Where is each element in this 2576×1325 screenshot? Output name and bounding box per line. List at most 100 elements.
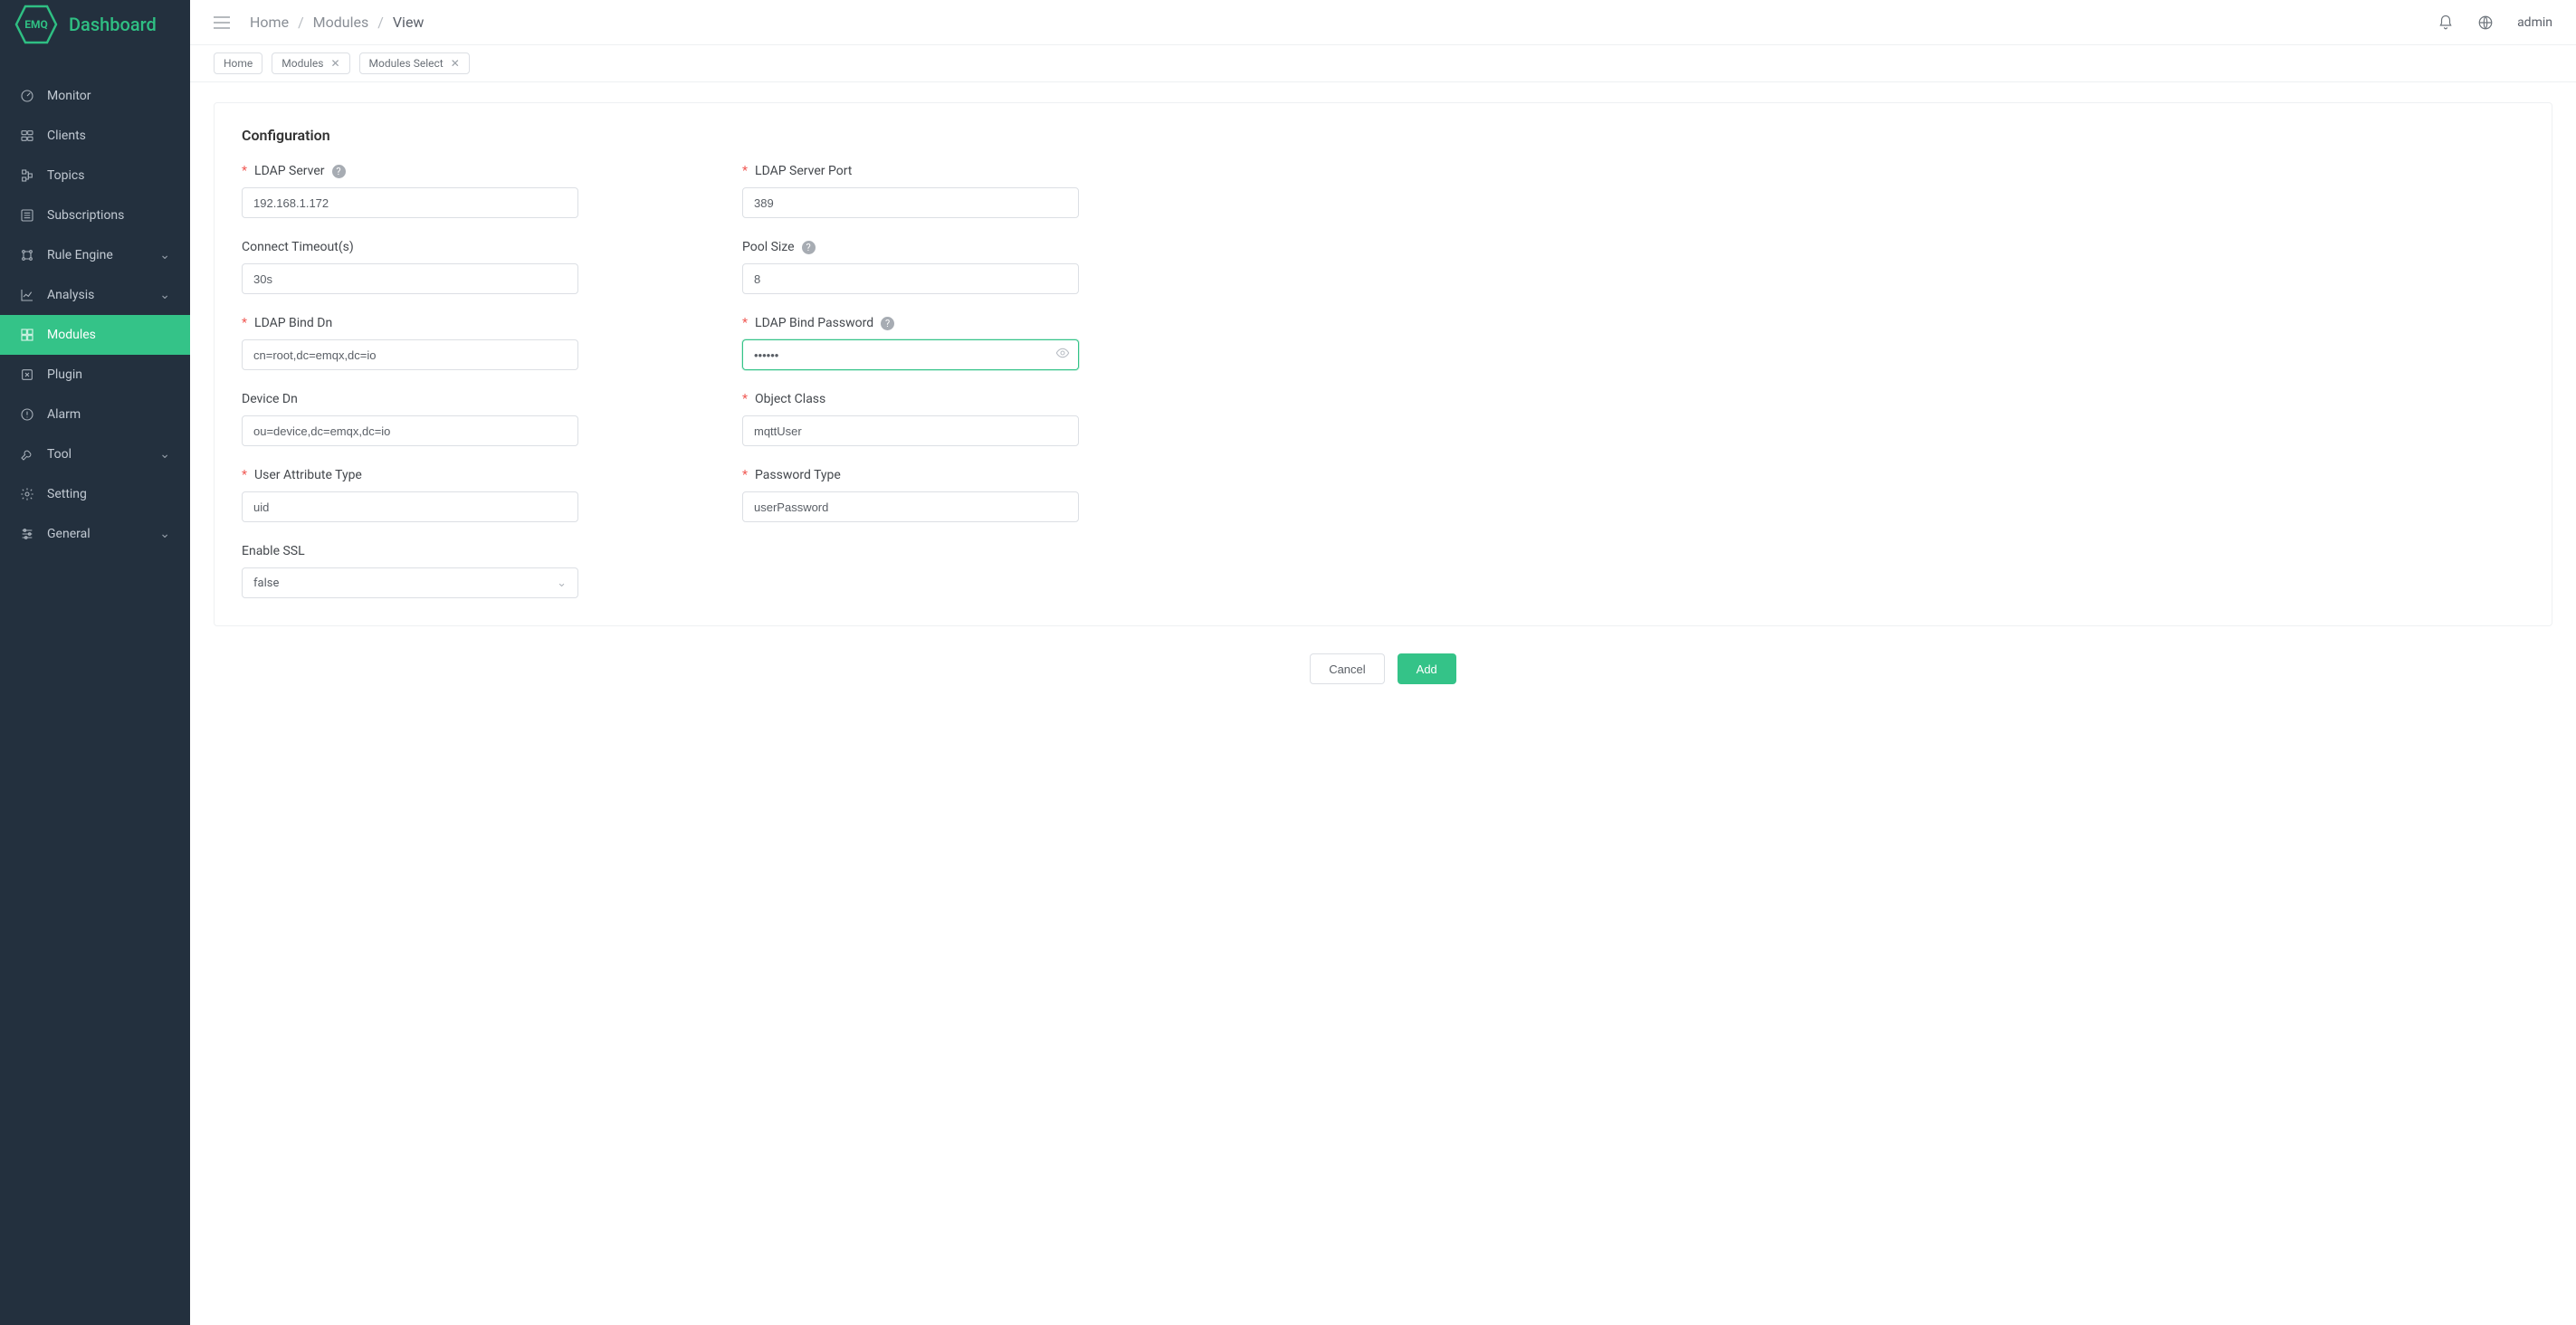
input-connect-timeout[interactable] xyxy=(242,263,578,294)
sidebar-title: Dashboard xyxy=(69,14,157,35)
sidebar-item-label: Tool xyxy=(47,447,72,462)
help-icon[interactable]: ? xyxy=(332,165,346,178)
sidebar-item-rule-engine[interactable]: Rule Engine ⌄ xyxy=(0,235,190,275)
breadcrumb-current: View xyxy=(393,14,425,31)
sidebar-item-general[interactable]: General⌄ xyxy=(0,514,190,554)
sidebar-item-alarm[interactable]: Alarm xyxy=(0,395,190,434)
field-password-type: * Password Type xyxy=(742,468,1201,522)
breadcrumb-sep: / xyxy=(377,14,384,31)
sidebar-item-label: Topics xyxy=(47,168,84,183)
sidebar-item-label: Monitor xyxy=(47,89,91,103)
chevron-down-icon: ⌄ xyxy=(159,288,170,302)
label-bind-password: LDAP Bind Password xyxy=(755,316,873,330)
help-icon[interactable]: ? xyxy=(802,241,816,254)
sidebar-item-label: Analysis xyxy=(47,288,94,302)
close-icon[interactable]: ✕ xyxy=(330,57,339,70)
sidebar-item-clients[interactable]: Clients xyxy=(0,116,190,156)
hamburger-icon[interactable] xyxy=(214,16,230,29)
input-password-type[interactable] xyxy=(742,491,1079,522)
add-button[interactable]: Add xyxy=(1398,653,1456,684)
cancel-button[interactable]: Cancel xyxy=(1310,653,1384,684)
input-user-attr-type[interactable] xyxy=(242,491,578,522)
alarm-icon xyxy=(20,407,34,422)
sidebar-item-label: Rule Engine xyxy=(47,248,113,262)
sidebar-header: EMQ Dashboard xyxy=(0,0,190,49)
svg-text:EMQ: EMQ xyxy=(24,18,48,31)
field-object-class: * Object Class xyxy=(742,392,1201,446)
sidebar-item-plugin[interactable]: Plugin xyxy=(0,355,190,395)
analysis-icon xyxy=(20,288,34,302)
label-connect-timeout: Connect Timeout(s) xyxy=(242,240,354,254)
sidebar-item-label: Clients xyxy=(47,129,86,143)
sidebar-item-modules[interactable]: Modules xyxy=(0,315,190,355)
sidebar-item-label: Setting xyxy=(47,487,87,501)
sidebar-item-subscriptions[interactable]: Subscriptions xyxy=(0,195,190,235)
sidebar: EMQ Dashboard Monitor Clients Topics Subscr… xyxy=(0,0,190,1325)
field-bind-password: *LDAP Bind Password? xyxy=(742,316,1201,370)
label-password-type: Password Type xyxy=(755,468,841,482)
chevron-down-icon: ⌄ xyxy=(159,248,170,262)
input-device-dn[interactable] xyxy=(242,415,578,446)
rule-icon xyxy=(20,248,34,262)
sidebar-item-topics[interactable]: Topics xyxy=(0,156,190,195)
globe-icon[interactable] xyxy=(2477,14,2494,31)
tag-modules-select[interactable]: Modules Select✕ xyxy=(359,52,470,74)
input-bind-password[interactable] xyxy=(742,339,1079,370)
label-bind-dn: LDAP Bind Dn xyxy=(254,316,332,330)
config-card: Configuration *LDAP Server? *LDAP Server… xyxy=(214,102,2552,626)
clients-icon xyxy=(20,129,34,143)
select-enable-ssl[interactable]: false ⌄ xyxy=(242,567,578,598)
required-mark: * xyxy=(742,164,748,178)
tagbar: HomeModules✕Modules Select✕ xyxy=(190,45,2576,82)
breadcrumb-home[interactable]: Home xyxy=(250,14,289,31)
user-name[interactable]: admin xyxy=(2517,15,2552,30)
required-mark: * xyxy=(742,392,748,406)
tag-home[interactable]: Home xyxy=(214,52,262,74)
sidebar-item-monitor[interactable]: Monitor xyxy=(0,76,190,116)
close-icon[interactable]: ✕ xyxy=(451,57,460,70)
chevron-down-icon: ⌄ xyxy=(159,447,170,462)
input-ldap-server[interactable] xyxy=(242,187,578,218)
field-pool-size: Pool Size? xyxy=(742,240,1201,294)
required-mark: * xyxy=(242,316,247,330)
label-ldap-port: LDAP Server Port xyxy=(755,164,852,178)
tag-label: Home xyxy=(224,57,253,70)
tool-icon xyxy=(20,447,34,462)
subs-icon xyxy=(20,208,34,223)
label-user-attr-type: User Attribute Type xyxy=(254,468,362,482)
breadcrumb-sep: / xyxy=(298,14,304,31)
plugin-icon xyxy=(20,367,34,382)
label-ldap-server: LDAP Server xyxy=(254,164,325,178)
input-bind-dn[interactable] xyxy=(242,339,578,370)
sidebar-item-setting[interactable]: Setting xyxy=(0,474,190,514)
required-mark: * xyxy=(742,468,748,482)
bell-icon[interactable] xyxy=(2438,14,2454,31)
label-device-dn: Device Dn xyxy=(242,392,298,406)
tag-label: Modules xyxy=(281,57,323,70)
logo-icon: EMQ xyxy=(14,5,58,44)
sidebar-item-label: Subscriptions xyxy=(47,208,124,223)
input-ldap-port[interactable] xyxy=(742,187,1079,218)
sidebar-item-label: Plugin xyxy=(47,367,82,382)
required-mark: * xyxy=(242,164,247,178)
field-bind-dn: * LDAP Bind Dn xyxy=(242,316,701,370)
label-object-class: Object Class xyxy=(755,392,825,406)
input-object-class[interactable] xyxy=(742,415,1079,446)
breadcrumb-modules[interactable]: Modules xyxy=(313,14,369,31)
field-enable-ssl: Enable SSL false ⌄ xyxy=(242,544,701,598)
sidebar-item-label: Modules xyxy=(47,328,96,342)
field-ldap-port: * LDAP Server Port xyxy=(742,164,1201,218)
input-pool-size[interactable] xyxy=(742,263,1079,294)
required-mark: * xyxy=(242,468,247,482)
tag-modules[interactable]: Modules ✕ xyxy=(272,52,349,74)
main: Home / Modules / View admin Home Modules ✕… xyxy=(190,0,2576,1325)
label-pool-size: Pool Size xyxy=(742,240,795,254)
sidebar-item-label: Alarm xyxy=(47,407,81,422)
field-device-dn: Device Dn xyxy=(242,392,701,446)
field-user-attr-type: * User Attribute Type xyxy=(242,468,701,522)
help-icon[interactable]: ? xyxy=(881,317,894,330)
eye-icon[interactable] xyxy=(1055,346,1070,364)
topbar: Home / Modules / View admin xyxy=(190,0,2576,45)
sidebar-item-analysis[interactable]: Analysis ⌄ xyxy=(0,275,190,315)
sidebar-item-tool[interactable]: Tool ⌄ xyxy=(0,434,190,474)
